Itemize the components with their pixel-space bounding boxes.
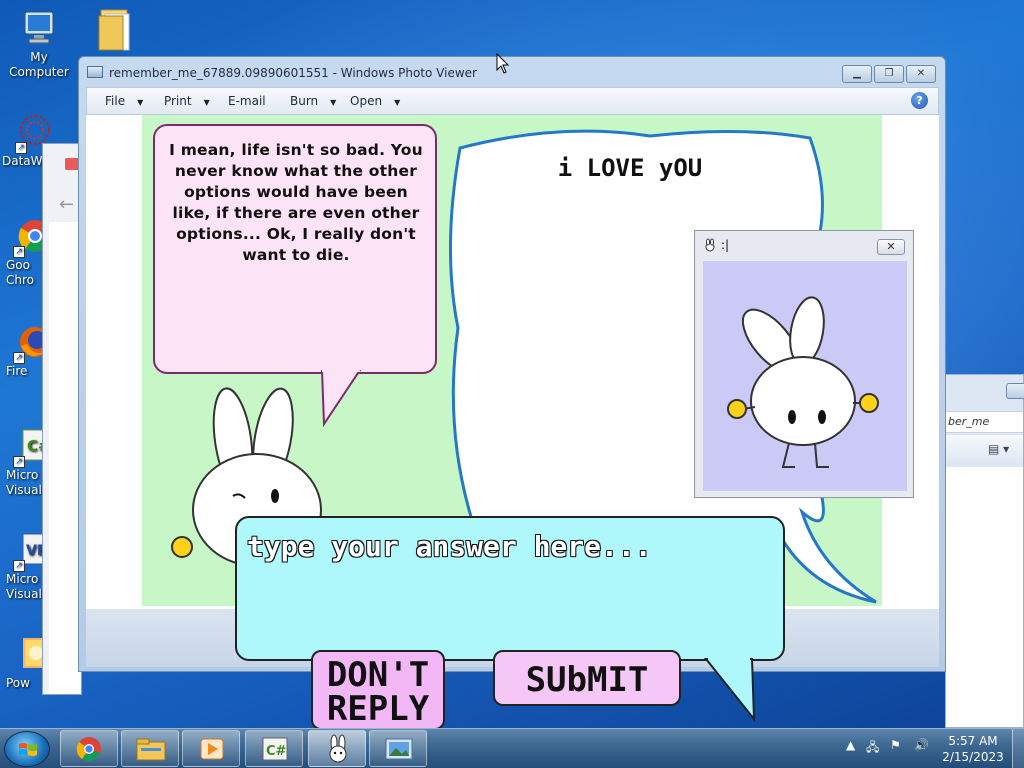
desktop-icon-my-computer[interactable]: My Computer bbox=[0, 8, 78, 80]
menu-email[interactable]: E-mail bbox=[228, 94, 266, 108]
svg-text:C#: C# bbox=[266, 744, 287, 759]
chevron-down-icon: ▼ bbox=[203, 98, 210, 107]
desktop-icon-folder[interactable] bbox=[76, 6, 154, 51]
explorer-content bbox=[946, 467, 1023, 727]
window-title: remember_me_67889.09890601551 - Windows … bbox=[109, 66, 477, 80]
pink-speech-bubble: I mean, life isn't so bad. You never kno… bbox=[153, 124, 437, 374]
taskbar-explorer[interactable] bbox=[121, 730, 179, 767]
menu-bar: File ▼ Print ▼ E-mail Burn ▼ Open ▼ ? bbox=[86, 87, 939, 115]
clock-time: 5:57 AM bbox=[948, 734, 998, 748]
explorer-toolbar: ▤ ▾ bbox=[946, 435, 1023, 463]
window-minimize-button[interactable] bbox=[1006, 383, 1024, 399]
action-center-flag-icon[interactable]: ⚑ bbox=[890, 738, 901, 752]
help-icon[interactable]: ? bbox=[911, 92, 928, 109]
computer-icon bbox=[19, 8, 59, 48]
volume-icon[interactable]: 🔊 bbox=[914, 738, 929, 752]
photo-viewer-icon bbox=[385, 738, 413, 760]
media-player-icon bbox=[200, 738, 224, 760]
answer-input[interactable] bbox=[247, 526, 767, 566]
folder-icon bbox=[95, 6, 135, 51]
address-bar[interactable]: ber_me bbox=[946, 411, 1023, 433]
csharp-app-icon: C# bbox=[262, 737, 288, 761]
bunny-app-icon bbox=[329, 734, 347, 763]
show-desktop-button[interactable] bbox=[1012, 729, 1024, 768]
browser-content bbox=[49, 222, 81, 694]
taskbar-photo-viewer[interactable] bbox=[369, 730, 427, 767]
explorer-icon bbox=[136, 738, 166, 761]
back-arrow-icon[interactable]: ← bbox=[59, 194, 74, 215]
window-minimize-button[interactable]: ▁ bbox=[842, 65, 872, 83]
bunny-dialogue: I mean, life isn't so bad. You never kno… bbox=[169, 141, 423, 264]
menu-burn[interactable]: Burn ▼ bbox=[290, 94, 336, 108]
window-close-button[interactable]: ✕ bbox=[906, 65, 936, 83]
chevron-down-icon: ▼ bbox=[330, 98, 337, 107]
background-window-explorer[interactable]: ber_me ▤ ▾ bbox=[945, 374, 1024, 728]
answer-box-tail bbox=[703, 656, 756, 722]
menu-print[interactable]: Print ▼ bbox=[164, 94, 210, 108]
popup-title: :| bbox=[721, 238, 730, 252]
photo-viewer-icon bbox=[87, 66, 103, 78]
popup-bunny-image bbox=[703, 261, 907, 491]
menu-open[interactable]: Open ▼ bbox=[350, 94, 400, 108]
bunny-app-icon bbox=[705, 238, 715, 252]
show-hidden-icons-icon[interactable]: ▲ bbox=[846, 738, 855, 752]
popup-close-button[interactable]: ✕ bbox=[877, 239, 905, 255]
taskbar-clock[interactable]: 5:57 AM 2/15/2023 bbox=[936, 733, 1010, 765]
taskbar-media-player[interactable] bbox=[182, 730, 240, 767]
view-icon[interactable]: ▤ ▾ bbox=[988, 442, 1009, 456]
submit-button[interactable]: SUbMIT bbox=[493, 650, 681, 706]
dont-reply-button[interactable]: DON'T REPLY bbox=[311, 650, 445, 730]
chrome-icon bbox=[76, 737, 101, 762]
chevron-down-icon: ▼ bbox=[394, 98, 401, 107]
window-restore-button[interactable]: ❐ bbox=[874, 65, 904, 83]
chevron-down-icon: ▼ bbox=[137, 98, 144, 107]
taskbar-bunny-app[interactable] bbox=[308, 730, 366, 767]
taskbar-chrome[interactable] bbox=[60, 730, 118, 767]
bunny-popup-window[interactable]: :| ✕ bbox=[694, 230, 914, 498]
taskbar-csharp-app[interactable]: C# bbox=[245, 730, 303, 767]
menu-file[interactable]: File ▼ bbox=[105, 94, 143, 108]
network-icon[interactable]: 🖧 bbox=[866, 738, 879, 759]
start-button[interactable] bbox=[4, 731, 50, 767]
window-titlebar[interactable]: remember_me_67889.09890601551 - Windows … bbox=[79, 57, 945, 87]
windows-logo-icon bbox=[19, 743, 37, 756]
mouse-cursor-icon bbox=[496, 53, 510, 74]
love-message: i LOVE yOU bbox=[557, 154, 703, 182]
tab-favicon-icon bbox=[65, 158, 79, 170]
bunny-dancing bbox=[727, 296, 879, 468]
clock-date: 2/15/2023 bbox=[942, 750, 1004, 764]
background-window-browser[interactable]: ← bbox=[42, 143, 82, 695]
